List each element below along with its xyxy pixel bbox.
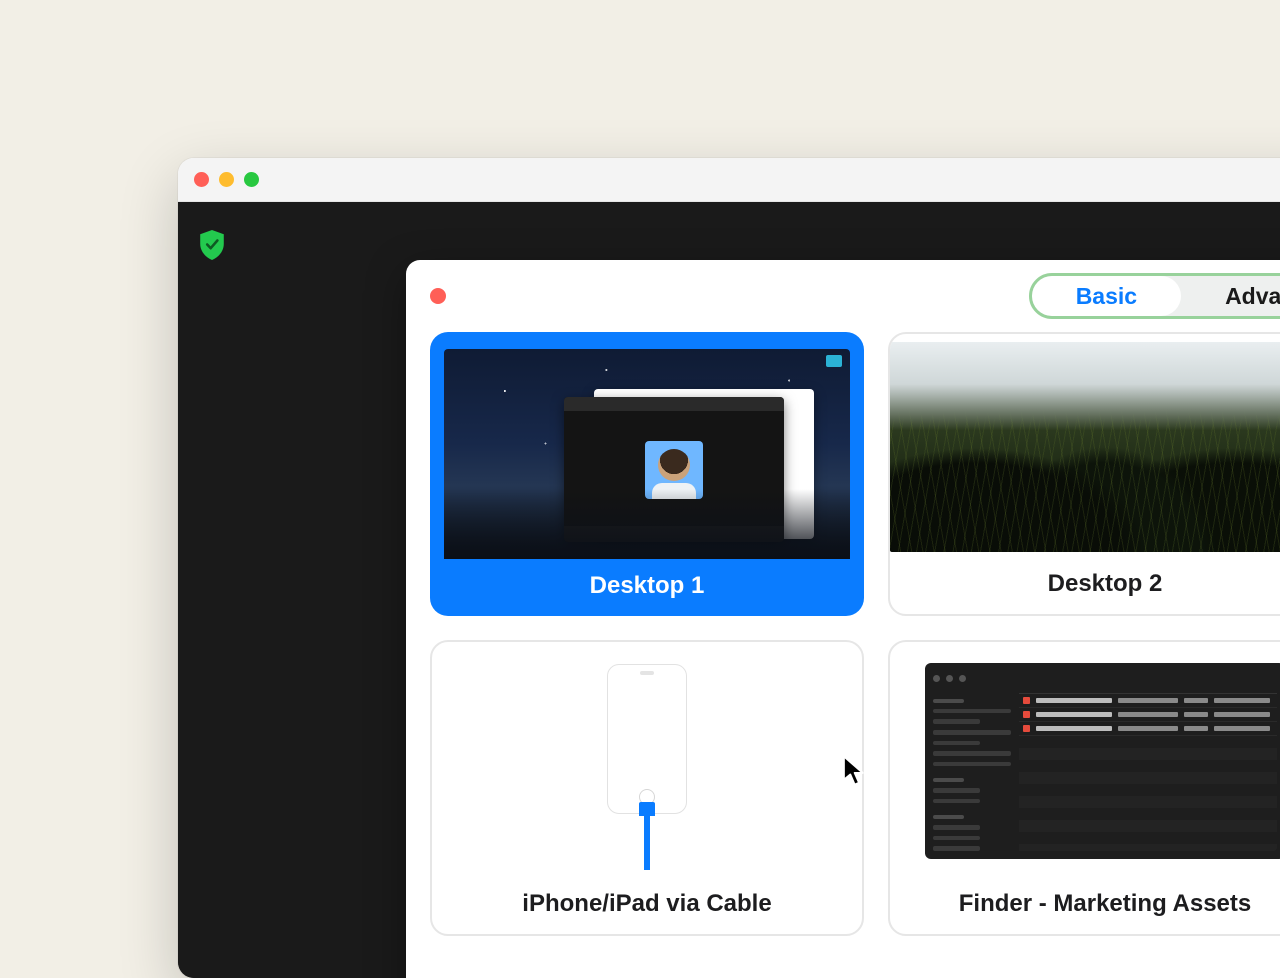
desktop-2-preview [890,342,1280,552]
share-source-picker: Basic Advanced [406,260,1280,978]
desktop-1-thumbnail [430,332,864,562]
segment-basic[interactable]: Basic [1032,276,1181,316]
segment-advanced[interactable]: Advanced [1181,276,1280,316]
folder-icon [826,355,842,367]
mode-segmented-control: Basic Advanced [1029,273,1280,319]
app-body: Basic Advanced [178,202,1280,978]
window-zoom-button[interactable] [244,172,259,187]
window-minimize-button[interactable] [219,172,234,187]
phone-outline-icon [607,664,687,814]
source-card-desktop-1[interactable]: Desktop 1 [430,332,864,616]
shield-check-icon [199,230,225,260]
page-background: Basic Advanced [0,0,1280,958]
source-card-device[interactable]: iPhone/iPad via Cable [430,640,864,936]
source-label: iPhone/iPad via Cable [432,880,862,934]
desktop-2-thumbnail [890,334,1280,560]
finder-thumbnail [890,642,1280,880]
window-close-button[interactable] [194,172,209,187]
app-main: Basic Advanced [246,202,1280,978]
source-card-finder-window[interactable]: Finder - Marketing Assets [888,640,1280,936]
picker-header: Basic Advanced [406,260,1280,332]
finder-window-preview [925,663,1280,859]
source-label: Finder - Marketing Assets [890,880,1280,934]
source-label: Desktop 1 [430,562,864,616]
source-label: Desktop 2 [890,560,1280,614]
picker-close-button[interactable] [430,288,446,304]
desktop-1-preview [444,349,850,559]
device-thumbnail [432,642,862,880]
window-titlebar [178,158,1280,202]
participant-avatar [645,441,703,499]
app-window: Basic Advanced [178,158,1280,978]
source-card-desktop-2[interactable]: Desktop 2 [888,332,1280,616]
app-sidebar [178,202,246,978]
traffic-lights [194,172,259,187]
cable-icon [644,814,650,870]
video-call-window-preview [564,397,784,542]
source-grid: Desktop 1 Desktop 2 [406,332,1280,960]
